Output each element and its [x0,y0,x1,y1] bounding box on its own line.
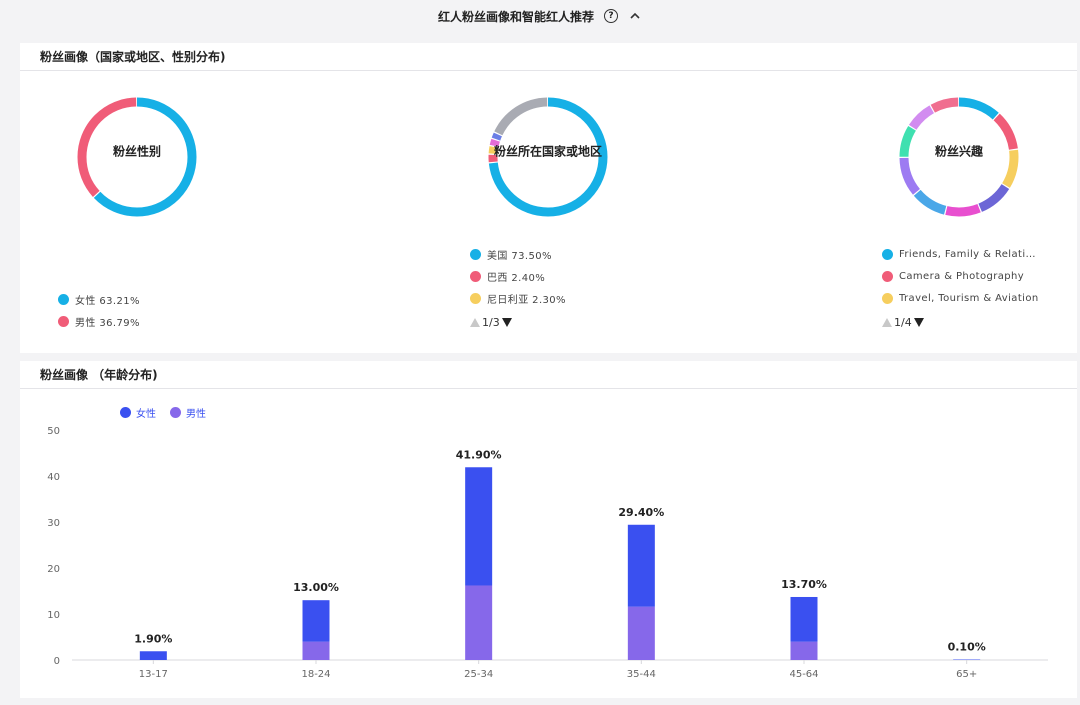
x-tick-label: 18-24 [301,669,330,680]
legend-dot [882,248,893,260]
country-legend: 美国 73.50% 巴西 2.40% 尼日利亚 2.30% 1/3 [470,243,566,332]
legend-dot [58,315,69,327]
chevron-up-icon[interactable] [628,9,642,23]
legend-item: 巴西 2.40% [470,265,566,287]
legend-item: Friends, Family & Relationships [882,243,1042,265]
bar-value-label: 41.90% [456,448,502,461]
legend-label: Travel, Tourism & Aviation [899,292,1039,304]
bar-segment[interactable] [790,596,818,642]
y-tick-label: 50 [47,426,60,437]
pager-count: 1/4 [894,315,912,329]
country-legend-pager: 1/3 [470,312,566,332]
interests-legend: Friends, Family & Relationships Camera &… [882,243,1042,332]
interests-donut-label: 粉丝兴趣 [934,144,984,159]
x-tick-label: 25-34 [464,669,493,680]
gender-donut-label: 粉丝性别 [112,144,162,159]
bar-segment[interactable] [302,600,330,642]
legend-label: 美国 73.50% [487,250,552,262]
bar-segment[interactable] [465,585,493,660]
interests-legend-pager: 1/4 [882,312,1042,332]
age-card: 粉丝画像 （年龄分布) 女性 男性 0 10 20 30 40 50 1.90% 13-17 1… [20,361,1077,698]
legend-label: 巴西 2.40% [487,272,546,284]
legend-label: 尼日利亚 2.30% [487,294,566,306]
x-tick-label: 13-17 [139,669,168,680]
legend-label: Friends, Family & Relationships [899,248,1042,260]
legend-dot [470,270,481,282]
section-title: 红人粉丝画像和智能红人推荐 [437,9,594,24]
gender-legend: 女性 63.21% 男性 36.79% [58,288,140,332]
bar-segment[interactable] [139,651,167,660]
legend-item: Travel, Tourism & Aviation [882,287,1042,309]
bar-segment[interactable] [465,467,493,586]
y-tick-label: 10 [47,610,60,621]
pager-prev-button[interactable] [470,317,480,327]
y-tick-label: 20 [47,564,60,575]
bar-value-label: 13.70% [781,578,827,591]
question-circle-icon[interactable]: ? [604,9,618,23]
y-tick-label: 30 [47,518,60,529]
bar-value-label: 13.00% [293,581,339,594]
legend-label: 女性 63.21% [75,295,140,307]
bar-segment[interactable] [302,641,330,660]
pager-next-button[interactable] [501,317,512,327]
legend-item: 尼日利亚 2.30% [470,287,566,309]
legend-item: 男性 36.79% [58,310,140,332]
legend-item: Camera & Photography [882,265,1042,287]
bar-value-label: 29.40% [618,506,664,519]
pager-next-button[interactable] [913,317,924,327]
bar-segment[interactable] [627,524,655,607]
legend-item: 女性 63.21% [58,288,140,310]
age-bar-chart: 0 10 20 30 40 50 1.90% 13-17 13.00% 18-24 41.90% 25… [47,426,1048,680]
country-donut-label: 粉丝所在国家或地区 [493,144,603,159]
x-tick-label: 35-44 [627,669,656,680]
bar-segment[interactable] [790,641,818,660]
legend-dot [470,248,481,260]
section-header: 红人粉丝画像和智能红人推荐 ? [0,0,1080,32]
legend-dot [882,292,893,304]
pager-prev-button[interactable] [882,317,892,327]
legend-label: 男性 36.79% [75,317,140,329]
bar-value-label: 0.10% [948,641,986,654]
demographics-card-title: 粉丝画像（国家或地区、性别分布) [20,43,1077,71]
legend-label: Camera & Photography [899,270,1025,282]
pager-count: 1/3 [482,315,500,329]
y-tick-label: 40 [47,472,60,483]
legend-dot [882,270,893,282]
x-tick-label: 45-64 [789,669,818,680]
y-tick-label: 0 [54,656,60,667]
legend-dot [470,292,481,304]
bar-segment[interactable] [627,606,655,660]
x-tick-label: 65+ [956,669,977,680]
demographics-card: 粉丝画像（国家或地区、性别分布) 粉丝性别 女性 63.21% 男性 36.79… [20,43,1077,353]
bar-value-label: 1.90% [134,632,172,645]
legend-dot [58,293,69,305]
legend-item: 美国 73.50% [470,243,566,265]
